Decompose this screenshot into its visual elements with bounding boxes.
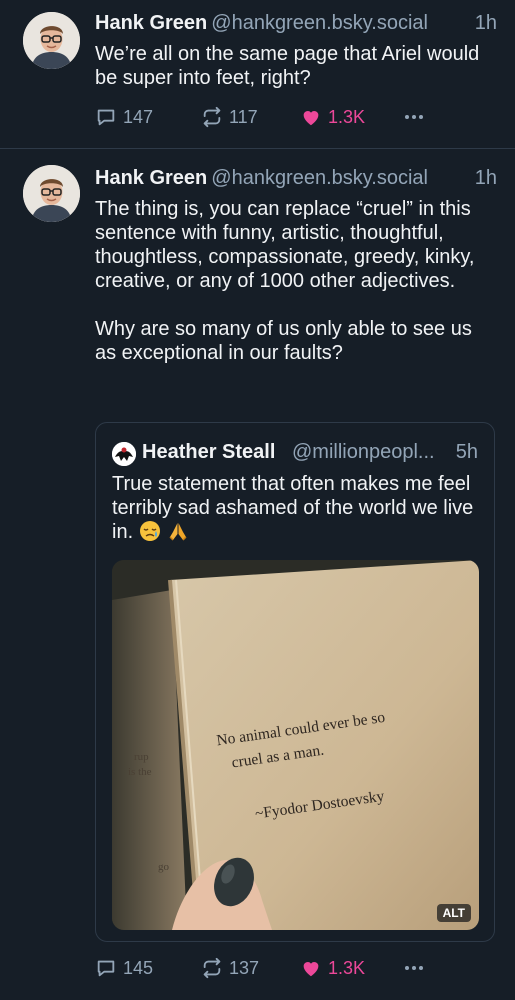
avatar[interactable]: [23, 12, 80, 69]
quoted-post[interactable]: Heather Steall @millionpeopl... 5h True …: [95, 422, 495, 942]
quoted-post-image[interactable]: rup is the go No animal could ever be so…: [112, 560, 479, 930]
quoted-author-name[interactable]: Heather Steall: [142, 441, 275, 464]
post-text: The thing is, you can replace “cruel” in…: [95, 198, 475, 364]
heart-icon: [300, 106, 322, 128]
repost-count: 117: [229, 106, 258, 127]
repost-arrows-icon: [201, 957, 223, 979]
ellipsis-icon: [402, 106, 426, 128]
repost-button[interactable]: 117: [201, 106, 258, 128]
repost-button[interactable]: 137: [201, 957, 259, 979]
left-page-text: go: [158, 861, 170, 873]
crying-face-icon: [139, 520, 161, 548]
author-name[interactable]: Hank Green: [95, 167, 207, 189]
left-page-text: rup: [134, 751, 149, 763]
quoted-avatar[interactable]: [112, 442, 136, 466]
reply-count: 145: [123, 957, 154, 978]
more-options-button[interactable]: [402, 106, 426, 128]
post-actions: 145 137 1.3K: [95, 957, 455, 983]
post-header: Hank Green @hankgreen.bsky.social 1h: [95, 167, 497, 193]
folded-hands-icon: [167, 520, 189, 548]
quoted-post-timestamp: 5h: [455, 441, 478, 463]
reply-button[interactable]: 145: [95, 957, 153, 979]
left-page-text: is the: [128, 766, 152, 778]
heart-icon: [300, 957, 322, 979]
quoted-author-handle[interactable]: @millionpeopl...: [292, 441, 435, 464]
repost-arrows-icon: [201, 106, 223, 128]
like-count: 1.3K: [328, 106, 366, 127]
post-actions: 147 117 1.3K: [95, 106, 455, 132]
more-options-button[interactable]: [402, 957, 426, 979]
post[interactable]: Hank Green @hankgreen.bsky.social 1h The …: [0, 149, 515, 1000]
author-name[interactable]: Hank Green: [95, 12, 207, 34]
ellipsis-icon: [402, 957, 426, 979]
like-button[interactable]: 1.3K: [300, 106, 365, 128]
post[interactable]: Hank Green @hankgreen.bsky.social 1h We’r…: [0, 0, 515, 148]
author-handle[interactable]: @hankgreen.bsky.social: [211, 12, 428, 34]
post-text: We’re all on the same page that Ariel wo…: [95, 43, 480, 89]
repost-count: 137: [229, 957, 260, 978]
quoted-post-header: Heather Steall @millionpeopl... 5h: [112, 441, 478, 467]
avatar[interactable]: [23, 165, 80, 222]
like-button[interactable]: 1.3K: [300, 957, 365, 979]
like-count: 1.3K: [328, 957, 366, 978]
post-timestamp[interactable]: 1h: [475, 12, 497, 35]
author-handle[interactable]: @hankgreen.bsky.social: [211, 167, 428, 189]
reply-button[interactable]: 147: [95, 106, 153, 128]
post-timestamp[interactable]: 1h: [475, 167, 497, 190]
speech-bubble-icon: [95, 957, 117, 979]
speech-bubble-icon: [95, 106, 117, 128]
alt-text-badge[interactable]: ALT: [436, 904, 471, 922]
quoted-post-text-block: True statement that often makes me feel …: [112, 472, 478, 548]
reply-count: 147: [123, 106, 154, 127]
post-header: Hank Green @hankgreen.bsky.social 1h: [95, 12, 497, 38]
